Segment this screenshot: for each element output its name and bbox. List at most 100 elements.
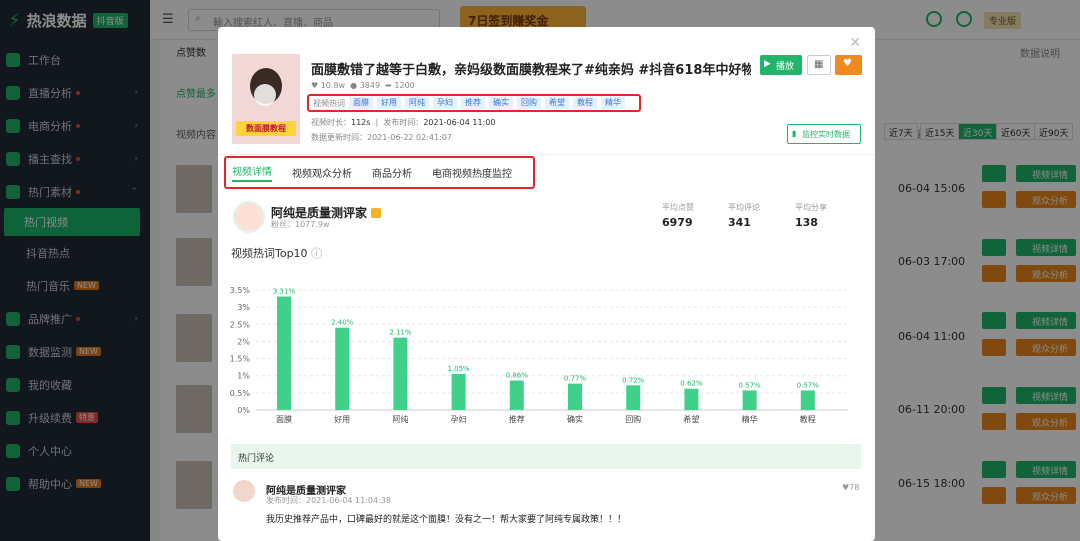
comment-likes-count: 78 [849,483,860,492]
y-tick-label: 1.5% [230,355,251,364]
favorite-button[interactable]: ♥ [835,55,862,75]
publish-value: 2021-06-04 11:00 [423,118,496,127]
video-meta: 视频时长：112s | 发布时间：2021-06-04 11:00 [311,118,496,127]
bar[interactable] [800,390,815,410]
hotword-tag[interactable]: 面膜 [349,97,373,109]
tab-product[interactable]: 商品分析 [372,165,412,180]
x-tick-label: 孕妇 [451,414,467,424]
tab-audience[interactable]: 视频观众分析 [292,165,352,180]
bar[interactable] [509,380,524,410]
monitor-realtime-button[interactable]: ▮ 监控实时数据 [787,124,861,144]
bar-value-label: 2.40% [331,319,354,327]
bar-value-label: 0.86% [506,372,529,380]
stat-value: 138 [795,216,818,229]
x-tick-label: 确实 [567,414,583,424]
play-icon[interactable] [254,84,276,106]
bar[interactable] [568,383,582,410]
update-meta: 数据更新时间：2021-06-22 02:41:07 [311,132,452,143]
bar[interactable] [393,337,408,410]
comment-time: 发布时间：2021-06-04 11:04:38 [266,496,391,505]
bar-value-label: 2.11% [389,329,412,337]
close-icon[interactable]: ✕ [849,35,861,51]
stat-label: 平均分享 [795,203,827,212]
monitor-button-label: 监控实时数据 [802,130,850,139]
verified-icon [371,208,382,218]
hotwords-label: 视频热词 [313,98,345,108]
x-tick-label: 面膜 [276,414,292,424]
stat-value: 6979 [662,216,693,229]
play-button[interactable]: ▶ 播放 [760,55,802,75]
y-tick-label: 3.5% [230,286,251,295]
hotword-tag[interactable]: 教程 [573,97,597,109]
hotword-tag[interactable]: 精华 [601,97,625,109]
y-tick-label: 1% [237,372,250,381]
comment-likes: ♥78 [842,483,859,492]
comments-count: 3849 [359,81,381,90]
play-circle-icon: ▶ [764,59,771,69]
duration-value: 112s [351,118,371,127]
y-tick-label: 2% [237,337,250,346]
bar[interactable] [335,327,350,410]
bar[interactable] [742,390,757,410]
tab-video-detail[interactable]: 视频详情 [232,163,272,182]
thumbnail-caption: 数面膜教程 [236,121,296,136]
commenter-avatar[interactable] [233,480,255,502]
shares-count: 1200 [394,81,415,90]
x-tick-label: 回购 [625,414,641,424]
hotword-tag[interactable]: 推荐 [461,97,485,109]
video-stats: ♥ 10.8w ● 3849 ➦ 1200 [311,81,415,90]
heart-icon: ♥ [843,58,852,69]
stat-value: 341 [728,216,751,229]
bar-value-label: 1.05% [447,365,470,373]
author-avatar[interactable] [233,201,265,233]
x-tick-label: 精华 [742,414,758,424]
share-icon: ➦ [385,81,392,90]
fans-count: 粉丝：1077.9w [271,220,330,229]
bar[interactable] [277,296,291,410]
question-icon[interactable]: ⓘ [311,247,322,260]
bar-value-label: 0.77% [564,375,587,383]
video-title: 面膜敷错了越等于白敷，亲妈级数面膜教程来了#纯亲妈 #抖音618年中好物大赏 #… [311,63,751,78]
author-name-text: 阿纯是质量测评家 [271,206,368,220]
y-tick-label: 0.5% [230,389,251,398]
bar[interactable] [626,385,641,410]
hotword-tag[interactable]: 孕妇 [433,97,457,109]
top10-title-text: 视频热词Top10 [231,247,308,260]
x-tick-label: 希望 [683,414,699,424]
bar[interactable] [684,388,699,410]
bar-value-label: 0.72% [622,376,645,384]
avg-likes: 平均点赞 6979 [662,202,694,229]
stat-label: 平均点赞 [662,203,694,212]
duration-label: 视频时长： [311,118,351,127]
comment-icon: ● [350,81,358,90]
hotword-tag[interactable]: 希望 [545,97,569,109]
y-tick-label: 3% [237,303,250,312]
bar-value-label: 0.62% [680,380,703,388]
y-tick-label: 2.5% [230,320,251,329]
bar[interactable] [451,374,466,410]
video-detail-modal: ✕ 数面膜教程 面膜敷错了越等于白敷，亲妈级数面膜教程来了#纯亲妈 #抖音618… [218,27,875,541]
hot-comments-header: 热门评论 [231,444,861,469]
bar-value-label: 0.57% [797,381,820,389]
hotword-tag[interactable]: 回购 [517,97,541,109]
chart-bar-icon: ▮ [792,129,797,138]
update-value: 2021-06-22 02:41:07 [367,133,452,142]
hotword-tag[interactable]: 确实 [489,97,513,109]
x-tick-label: 阿纯 [392,414,408,424]
update-label: 数据更新时间： [311,133,367,142]
comment-text: 我历史推荐产品中，口碑最好的就是这个面膜！没有之一！帮大家要了阿纯专属政策！！！ [266,515,627,525]
hotwords-row: 视频热词 面膜 好用 阿纯 孕妇 推荐 确实 回购 希望 教程 精华 [307,94,641,112]
stat-label: 平均评论 [728,203,760,212]
video-thumbnail[interactable]: 数面膜教程 [232,54,300,144]
avg-shares: 平均分享 138 [795,202,827,229]
x-tick-label: 教程 [800,414,816,424]
tab-heat-monitor[interactable]: 电商视频热度监控 [432,165,512,180]
x-tick-label: 好用 [334,414,350,424]
qr-code-button[interactable]: ▦ [807,55,831,75]
qr-code-icon: ▦ [814,59,824,70]
hotword-tag[interactable]: 阿纯 [405,97,429,109]
top10-title: 视频热词Top10 ⓘ [231,245,322,261]
avg-comments: 平均评论 341 [728,202,760,229]
hotword-tag[interactable]: 好用 [377,97,401,109]
likes-count: 10.8w [320,81,346,90]
